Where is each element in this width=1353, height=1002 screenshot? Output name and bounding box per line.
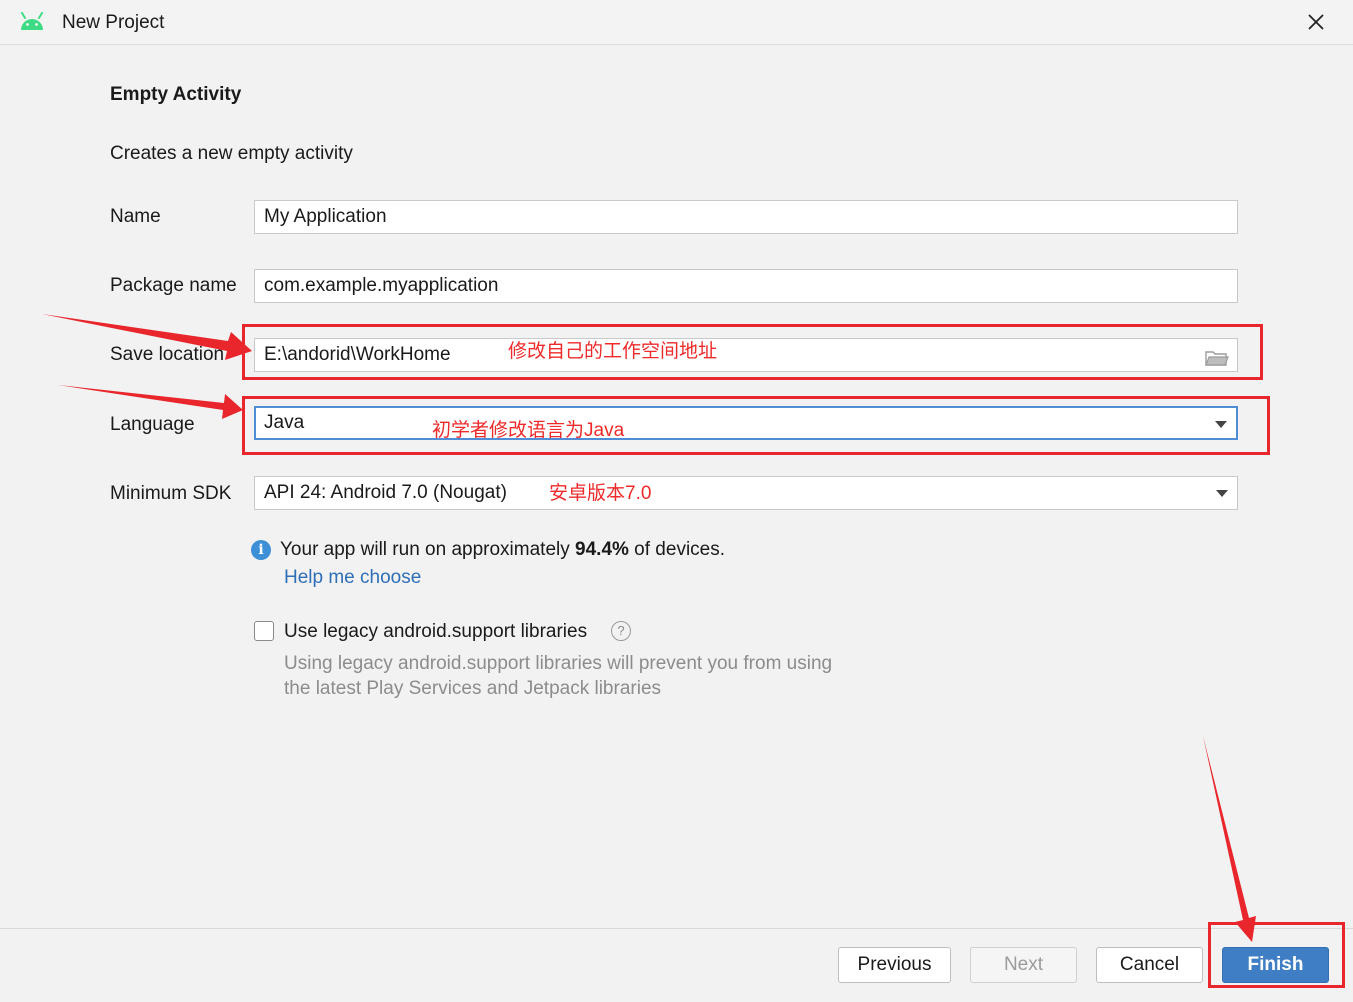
language-label: Language (110, 414, 195, 435)
annotation-box-save-location (242, 324, 1263, 380)
new-project-dialog: New Project Empty Activity Creates a new… (0, 0, 1353, 1002)
cancel-button[interactable]: Cancel (1096, 947, 1203, 983)
template-description: Creates a new empty activity (110, 143, 353, 164)
help-me-choose-link[interactable]: Help me choose (284, 567, 421, 589)
android-icon (18, 12, 46, 32)
question-icon[interactable]: ? (611, 621, 631, 641)
legacy-hint-line1: Using legacy android.support libraries w… (284, 653, 833, 674)
package-field[interactable]: com.example.myapplication (254, 269, 1238, 303)
minimum-sdk-label: Minimum SDK (110, 483, 232, 504)
chevron-down-icon (1216, 490, 1228, 497)
close-icon (1308, 14, 1324, 30)
minimum-sdk-value: API 24: Android 7.0 (Nougat) (264, 482, 507, 503)
coverage-text-after: of devices. (628, 539, 726, 560)
info-icon: i (251, 540, 271, 560)
annotation-box-finish (1208, 922, 1345, 988)
package-label: Package name (110, 275, 237, 296)
coverage-text-before: Your app will run on approximately (280, 539, 576, 560)
previous-button[interactable]: Previous (838, 947, 951, 983)
legacy-support-label[interactable]: Use legacy android.support libraries (284, 621, 587, 643)
template-heading: Empty Activity (110, 84, 242, 105)
coverage-percent: 94.4% (575, 539, 629, 560)
name-value: My Application (264, 206, 387, 227)
name-field[interactable]: My Application (254, 200, 1238, 234)
next-button[interactable]: Next (970, 947, 1077, 983)
title-bar: New Project (0, 0, 1353, 45)
close-button[interactable] (1300, 8, 1332, 38)
legacy-support-checkbox[interactable] (254, 621, 274, 641)
package-value: com.example.myapplication (264, 275, 499, 296)
minimum-sdk-select[interactable]: API 24: Android 7.0 (Nougat) (254, 476, 1238, 510)
arrow-to-finish (1203, 736, 1256, 942)
legacy-hint-line2: the latest Play Services and Jetpack lib… (284, 678, 662, 699)
save-location-label: Save location (110, 344, 225, 365)
device-coverage-text: Your app will run on approximately 94.4%… (280, 539, 725, 561)
annotation-box-language (242, 396, 1270, 455)
window-title: New Project (62, 12, 165, 33)
annotation-sdk: 安卓版本7.0 (549, 483, 652, 504)
name-label: Name (110, 206, 161, 227)
